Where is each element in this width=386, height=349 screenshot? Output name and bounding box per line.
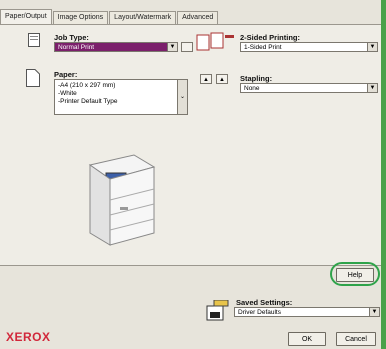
dialog-frame: Paper/Output Image Options Layout/Waterm…	[0, 0, 386, 349]
folder-icon	[196, 31, 236, 51]
staple-option-button-2[interactable]: ▲	[216, 74, 228, 84]
chevron-down-icon[interactable]: ⌄	[177, 80, 187, 114]
job-type-icon	[28, 33, 40, 47]
tab-image-options[interactable]: Image Options	[52, 11, 109, 24]
cancel-button[interactable]: Cancel	[336, 332, 376, 346]
two-sided-label: 2-Sided Printing:	[240, 33, 300, 42]
job-type-setup-button[interactable]	[181, 42, 193, 52]
stapling-value: None	[244, 85, 260, 92]
paper-icon	[26, 69, 40, 87]
tab-strip: Paper/Output Image Options Layout/Waterm…	[0, 9, 219, 24]
paper-label: Paper:	[54, 70, 78, 79]
dropdown-arrow-icon: ▼	[367, 84, 377, 92]
saved-settings-select[interactable]: Driver Defaults ▼	[234, 307, 380, 317]
brand-logo: XEROX	[6, 330, 51, 344]
dropdown-arrow-icon: ▼	[167, 43, 177, 51]
two-sided-select[interactable]: 1-Sided Print ▼	[240, 42, 378, 52]
saved-settings-icon	[206, 299, 230, 322]
paper-summary-box[interactable]: -A4 (210 x 297 mm) -White -Printer Defau…	[54, 79, 188, 115]
job-type-label: Job Type:	[54, 33, 89, 42]
dropdown-arrow-icon: ▼	[369, 308, 379, 316]
stapling-select[interactable]: None ▼	[240, 83, 378, 93]
dropdown-arrow-icon: ▼	[367, 43, 377, 51]
two-sided-value: 1-Sided Print	[244, 44, 282, 51]
stapling-label: Stapling:	[240, 74, 273, 83]
help-highlight-circle	[330, 262, 380, 286]
tab-advanced[interactable]: Advanced	[177, 11, 219, 24]
tab-paper-output[interactable]: Paper/Output	[0, 9, 52, 24]
paper-output-panel: Job Type: Normal Print ▼ 2-Sided Printin…	[0, 24, 381, 282]
staple-option-button-1[interactable]: ▲	[200, 74, 212, 84]
printer-illustration	[78, 145, 158, 255]
ok-button[interactable]: OK	[288, 332, 326, 346]
job-type-value: Normal Print	[58, 44, 95, 51]
paper-color-line: -White	[58, 90, 77, 97]
tab-layout-watermark[interactable]: Layout/Watermark	[109, 11, 177, 24]
paper-type-line: -Printer Default Type	[58, 98, 118, 105]
saved-settings-label: Saved Settings:	[236, 298, 293, 307]
job-type-select[interactable]: Normal Print ▼	[54, 42, 178, 52]
saved-settings-value: Driver Defaults	[238, 309, 281, 316]
paper-size-line: -A4 (210 x 297 mm)	[58, 82, 116, 89]
